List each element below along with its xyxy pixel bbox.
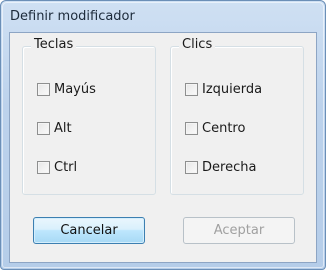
left-click-checkbox[interactable] <box>185 82 198 96</box>
right-click-checkbox-row[interactable]: Derecha <box>185 158 256 176</box>
left-click-checkbox-label[interactable]: Izquierda <box>202 82 262 97</box>
alt-checkbox[interactable] <box>37 121 50 135</box>
ctrl-checkbox[interactable] <box>37 160 50 174</box>
shift-checkbox-row[interactable]: Mayús <box>37 80 96 98</box>
shift-checkbox[interactable] <box>37 82 50 96</box>
ctrl-checkbox-label[interactable]: Ctrl <box>54 160 77 175</box>
shift-checkbox-label[interactable]: Mayús <box>54 82 96 97</box>
dialog-client-area: Teclas Mayús Alt Ctrl Clics Izquierda Ce… <box>9 32 317 263</box>
left-click-checkbox-row[interactable]: Izquierda <box>185 80 262 98</box>
alt-checkbox-label[interactable]: Alt <box>54 121 72 136</box>
ctrl-checkbox-row[interactable]: Ctrl <box>37 158 77 176</box>
middle-click-checkbox[interactable] <box>185 121 198 135</box>
accept-button[interactable]: Aceptar <box>183 217 295 244</box>
dialog-title: Definir modificador <box>10 9 135 24</box>
clicks-groupbox: Clics Izquierda Centro Derecha <box>170 37 304 195</box>
middle-click-checkbox-label[interactable]: Centro <box>202 121 245 136</box>
keys-groupbox: Teclas Mayús Alt Ctrl <box>22 37 156 195</box>
keys-group-title: Teclas <box>31 37 77 52</box>
cancel-button[interactable]: Cancelar <box>33 217 145 244</box>
dialog-window: Definir modificador Teclas Mayús Alt Ctr… <box>0 0 326 270</box>
alt-checkbox-row[interactable]: Alt <box>37 119 72 137</box>
right-click-checkbox-label[interactable]: Derecha <box>202 160 256 175</box>
clicks-group-title: Clics <box>179 37 216 52</box>
right-click-checkbox[interactable] <box>185 160 198 174</box>
middle-click-checkbox-row[interactable]: Centro <box>185 119 245 137</box>
